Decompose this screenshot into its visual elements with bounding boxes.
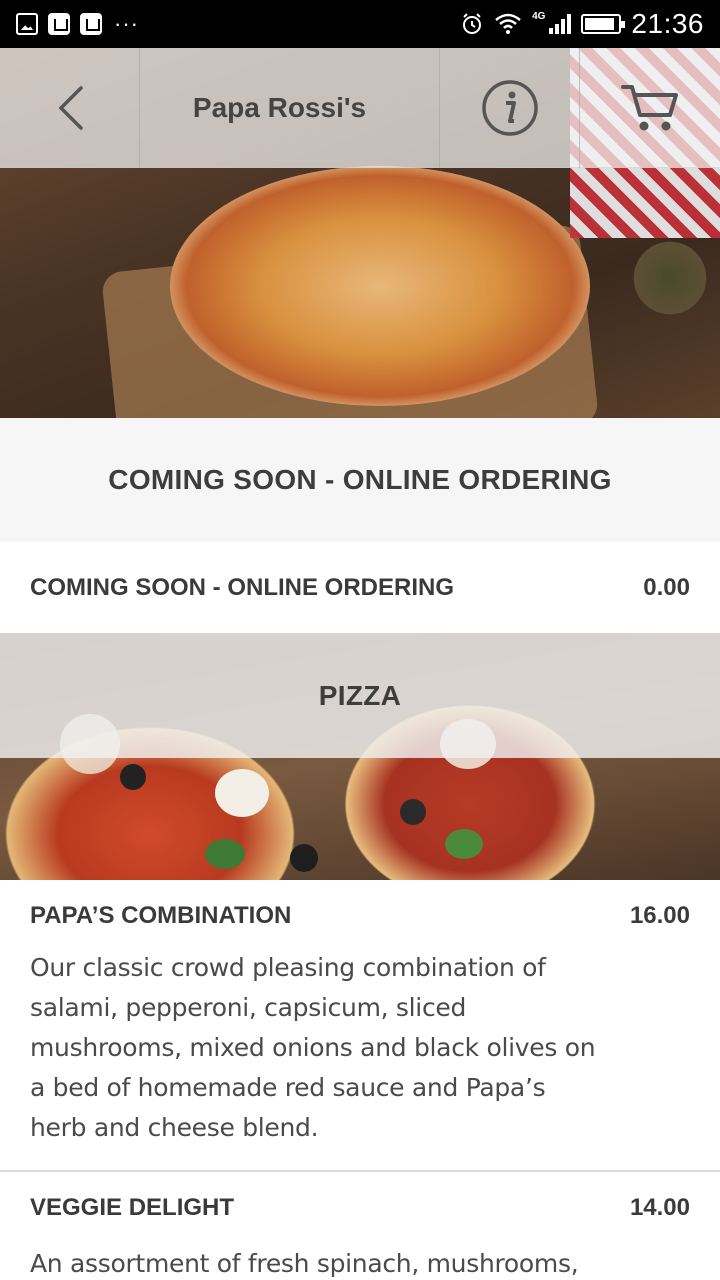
- section-header-coming-soon: COMING SOON - ONLINE ORDERING: [0, 418, 720, 542]
- item-name: COMING SOON - ONLINE ORDERING: [30, 573, 455, 601]
- clock: 21:36: [631, 8, 704, 39]
- menu-item-coming-soon[interactable]: COMING SOON - ONLINE ORDERING 0.00: [0, 542, 720, 634]
- cart-button[interactable]: [580, 48, 720, 168]
- signal-icon: [549, 14, 572, 34]
- more-notifications-icon: ···: [114, 11, 139, 36]
- wifi-icon: [495, 13, 521, 34]
- page-title: Papa Rossi's: [140, 48, 440, 168]
- battery-icon: [581, 14, 626, 34]
- info-button[interactable]: [440, 48, 580, 168]
- item-price: 14.00: [629, 1194, 690, 1221]
- bag-icon: [80, 13, 102, 35]
- item-description: Our classic crowd pleasing combination o…: [30, 953, 596, 1142]
- image-icon: [16, 13, 38, 35]
- pizza-photo: [170, 166, 590, 406]
- item-description: An assortment of fresh spinach, mushroom…: [30, 1249, 579, 1278]
- bag-icon: [48, 13, 70, 35]
- alarm-icon: [463, 13, 482, 34]
- top-nav: Papa Rossi's: [0, 48, 720, 168]
- item-price: 16.00: [629, 902, 690, 929]
- status-bar: ··· 4G 21:36: [0, 0, 720, 48]
- item-name: PAPA’S COMBINATION: [30, 902, 292, 929]
- menu-item-papas-combination[interactable]: PAPA’S COMBINATION 16.00 Our classic cro…: [0, 880, 720, 1172]
- cart-icon: [621, 85, 678, 131]
- item-name: VEGGIE DELIGHT: [30, 1194, 235, 1221]
- menu-item-veggie-delight[interactable]: VEGGIE DELIGHT 14.00 An assortment of fr…: [0, 1172, 720, 1280]
- section-header-pizza: PIZZA: [0, 634, 720, 758]
- chevron-left-icon: [58, 86, 83, 130]
- info-icon: [481, 80, 538, 136]
- item-price: 0.00: [643, 573, 690, 601]
- notification-icons: ···: [16, 13, 139, 35]
- network-type: 4G: [532, 10, 546, 22]
- back-button[interactable]: [0, 48, 140, 168]
